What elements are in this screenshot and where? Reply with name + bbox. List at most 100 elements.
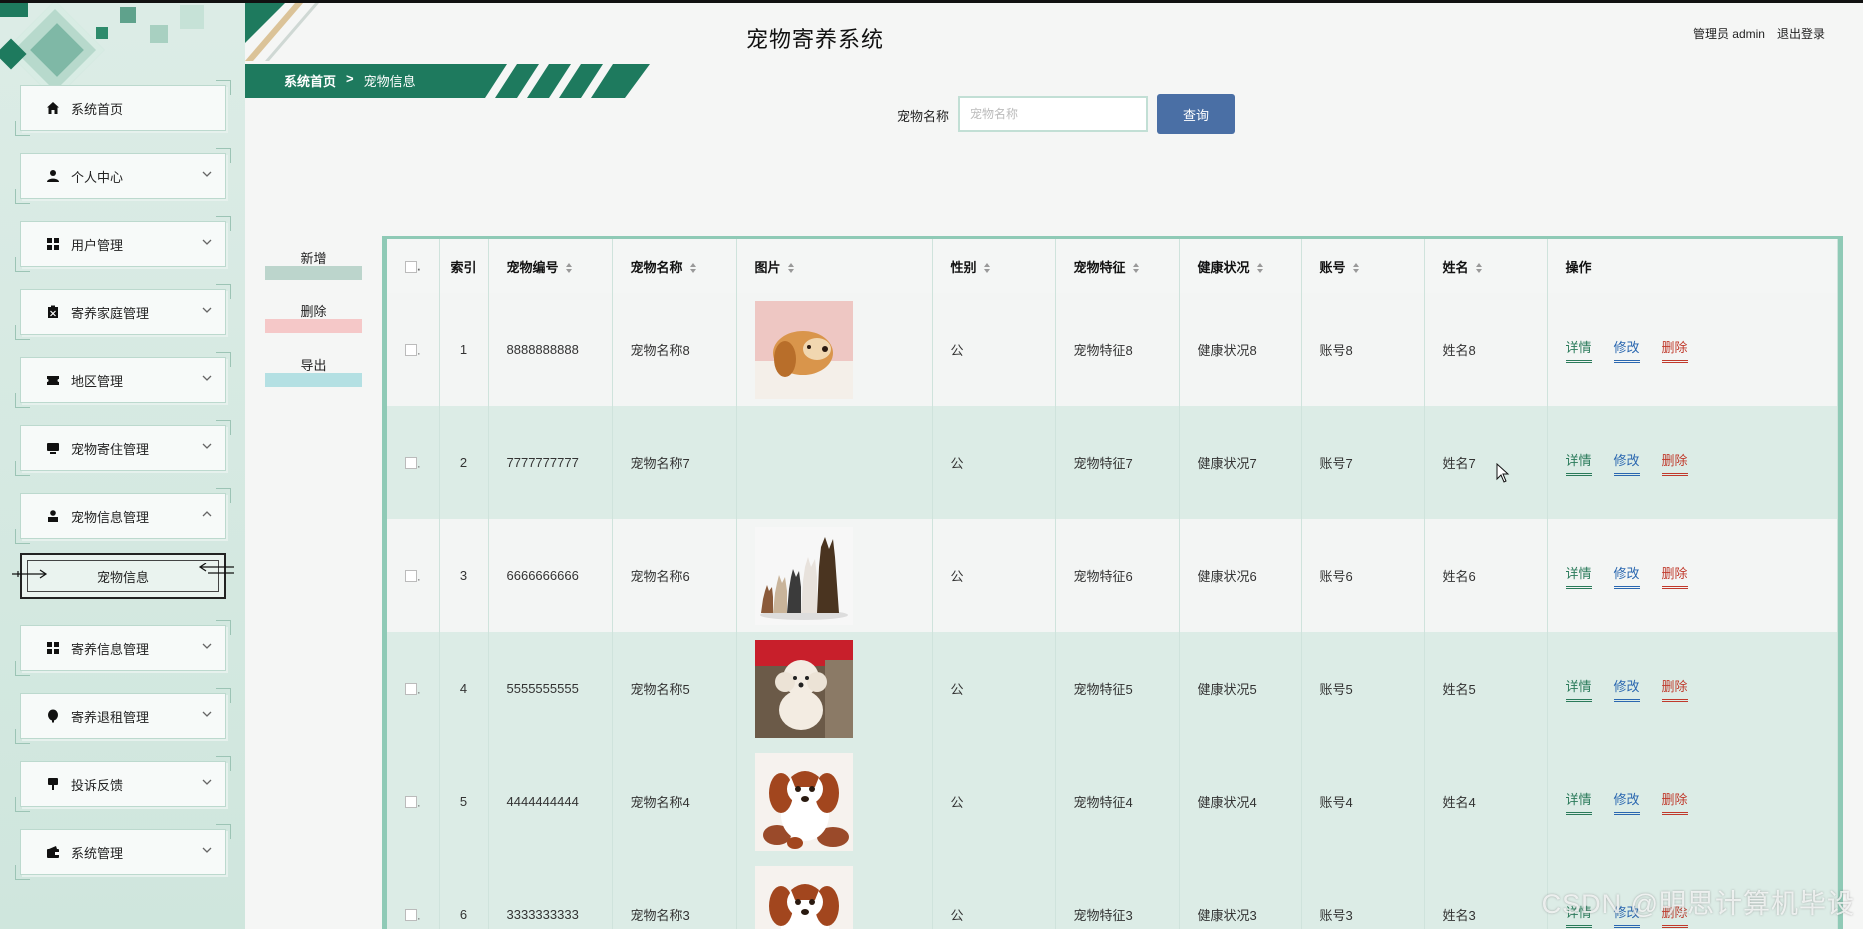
pet-name-search-input[interactable]: [958, 96, 1148, 132]
cell-account: 账号4: [1301, 745, 1425, 858]
sidebar-item-region[interactable]: 地区管理: [15, 352, 231, 408]
logout-link[interactable]: 退出登录: [1777, 25, 1825, 42]
header-image[interactable]: 图片: [736, 239, 933, 293]
select-all-checkbox[interactable]: .: [387, 239, 440, 293]
cell-account: 账号8: [1301, 293, 1425, 406]
header-feature[interactable]: 宠物特征: [1055, 239, 1180, 293]
cell-gender: 公: [932, 745, 1056, 858]
export-button[interactable]: 导出: [265, 357, 362, 387]
search-button[interactable]: 查询: [1157, 94, 1235, 134]
chevron-down-icon: [202, 443, 212, 449]
sidebar-item-home[interactable]: 系统首页: [15, 80, 231, 136]
cell-account: 账号6: [1301, 519, 1425, 632]
cell-feature: 宠物特征7: [1055, 406, 1180, 519]
add-button-label: 新增: [300, 251, 327, 266]
sidebar-item-label: 宠物信息管理: [71, 509, 150, 525]
pet-table: . 索引 宠物编号 宠物名称 图片 性别 宠物特征 健康状况 账号 姓名 操作 …: [382, 236, 1843, 929]
edit-link[interactable]: 修改: [1613, 337, 1640, 363]
header-health[interactable]: 健康状况: [1179, 239, 1302, 293]
detail-link[interactable]: 详情: [1565, 789, 1592, 815]
sidebar-item-foster-checkout[interactable]: 寄养退租管理: [15, 688, 231, 744]
edit-link[interactable]: 修改: [1613, 676, 1640, 702]
pet-image-spaniel-puppy: [754, 865, 853, 929]
delete-link[interactable]: 删除: [1661, 563, 1688, 589]
delete-button[interactable]: 删除: [265, 303, 362, 333]
sidebar-item-label: 系统首页: [71, 101, 124, 117]
cell-gender: 公: [932, 632, 1056, 745]
chevron-down-icon: [202, 171, 212, 177]
cell-ops: 详情 修改 删除: [1547, 632, 1838, 745]
cell-image: [736, 858, 933, 929]
sidebar-item-complaints[interactable]: 投诉反馈: [15, 756, 231, 812]
pet-image-golden-puppy: [754, 300, 853, 399]
detail-link[interactable]: 详情: [1565, 337, 1592, 363]
cell-account: 账号7: [1301, 406, 1425, 519]
button-bar: [265, 373, 362, 387]
row-checkbox[interactable]: .: [387, 858, 440, 929]
header-pet-name[interactable]: 宠物名称: [612, 239, 737, 293]
row-checkbox[interactable]: .: [387, 293, 440, 406]
sidebar-item-profile[interactable]: 个人中心: [15, 148, 231, 204]
decor-square: [96, 27, 108, 39]
header-gender[interactable]: 性别: [932, 239, 1056, 293]
pet-image-spaniel-puppy: [754, 752, 853, 851]
edit-link[interactable]: 修改: [1613, 450, 1640, 476]
delete-link[interactable]: 删除: [1661, 450, 1688, 476]
sort-icon: [565, 263, 572, 274]
chevron-down-icon: [202, 307, 212, 313]
sidebar-item-label: 寄养退租管理: [71, 709, 150, 725]
cell-gender: 公: [932, 406, 1056, 519]
submenu-item-pet-info[interactable]: 宠物信息: [12, 553, 234, 599]
detail-link[interactable]: 详情: [1565, 450, 1592, 476]
header-name[interactable]: 姓名: [1424, 239, 1548, 293]
row-checkbox[interactable]: .: [387, 519, 440, 632]
detail-link[interactable]: 详情: [1565, 676, 1592, 702]
sidebar-item-pet-info[interactable]: 宠物信息管理: [15, 488, 231, 544]
mouse-cursor-icon: [1496, 463, 1510, 483]
sidebar-item-label: 用户管理: [71, 237, 124, 253]
add-button[interactable]: 新增: [265, 250, 362, 280]
delete-link[interactable]: 删除: [1661, 676, 1688, 702]
delete-link[interactable]: 删除: [1661, 789, 1688, 815]
header-account[interactable]: 账号: [1301, 239, 1425, 293]
cell-image: [736, 519, 933, 632]
row-checkbox[interactable]: .: [387, 406, 440, 519]
breadcrumb-separator: >: [346, 71, 354, 86]
row-checkbox[interactable]: .: [387, 632, 440, 745]
app-title: 宠物寄养系统: [746, 27, 885, 52]
decor-square: [150, 25, 168, 43]
sidebar-item-foster-family[interactable]: 寄养家庭管理: [15, 284, 231, 340]
sign-icon: [45, 776, 61, 792]
cell-pet-no: 4444444444: [488, 745, 613, 858]
cell-ops: 详情 修改 删除: [1547, 406, 1838, 519]
home-icon: [45, 100, 61, 116]
sort-icon: [1475, 263, 1482, 274]
cell-index: 2: [439, 406, 489, 519]
header-pet-no[interactable]: 宠物编号: [488, 239, 613, 293]
edit-link[interactable]: 修改: [1613, 563, 1640, 589]
table-row: . 2 7777777777 宠物名称7 公 宠物特征7 健康状况7 账号7 姓…: [387, 406, 1838, 519]
table-row: . 4 5555555555 宠物名称5 公 宠物特征5 健康状况5 账号5 姓…: [387, 632, 1838, 745]
sidebar-item-users[interactable]: 用户管理: [15, 216, 231, 272]
detail-link[interactable]: 详情: [1565, 563, 1592, 589]
cell-pet-name: 宠物名称8: [612, 293, 737, 406]
cell-pet-no: 8888888888: [488, 293, 613, 406]
cell-ops: 详情 修改 删除: [1547, 745, 1838, 858]
cell-account: 账号5: [1301, 632, 1425, 745]
sidebar-item-pet-boarding[interactable]: 宠物寄住管理: [15, 420, 231, 476]
sidebar-item-label: 投诉反馈: [71, 777, 124, 793]
cell-health: 健康状况6: [1179, 519, 1302, 632]
breadcrumb-home[interactable]: 系统首页: [284, 71, 336, 90]
pet-image-poodle: [754, 639, 853, 738]
header-decoration: [245, 3, 319, 61]
row-checkbox[interactable]: .: [387, 745, 440, 858]
breadcrumb-current: 宠物信息: [363, 74, 416, 89]
edit-link[interactable]: 修改: [1613, 789, 1640, 815]
watermark: CSDN @明思计算机毕设: [1541, 889, 1855, 919]
sidebar-item-foster-info[interactable]: 寄养信息管理: [15, 620, 231, 676]
cell-health: 健康状况4: [1179, 745, 1302, 858]
table-row: . 3 6666666666 宠物名称6 公 宠物特征6 健康状况6 账号6 姓…: [387, 519, 1838, 632]
table-row: . 1 8888888888 宠物名称8 公 宠物特征8 健康状况8 账号8 姓…: [387, 293, 1838, 406]
sidebar-item-system[interactable]: 系统管理: [15, 824, 231, 880]
delete-link[interactable]: 删除: [1661, 337, 1688, 363]
